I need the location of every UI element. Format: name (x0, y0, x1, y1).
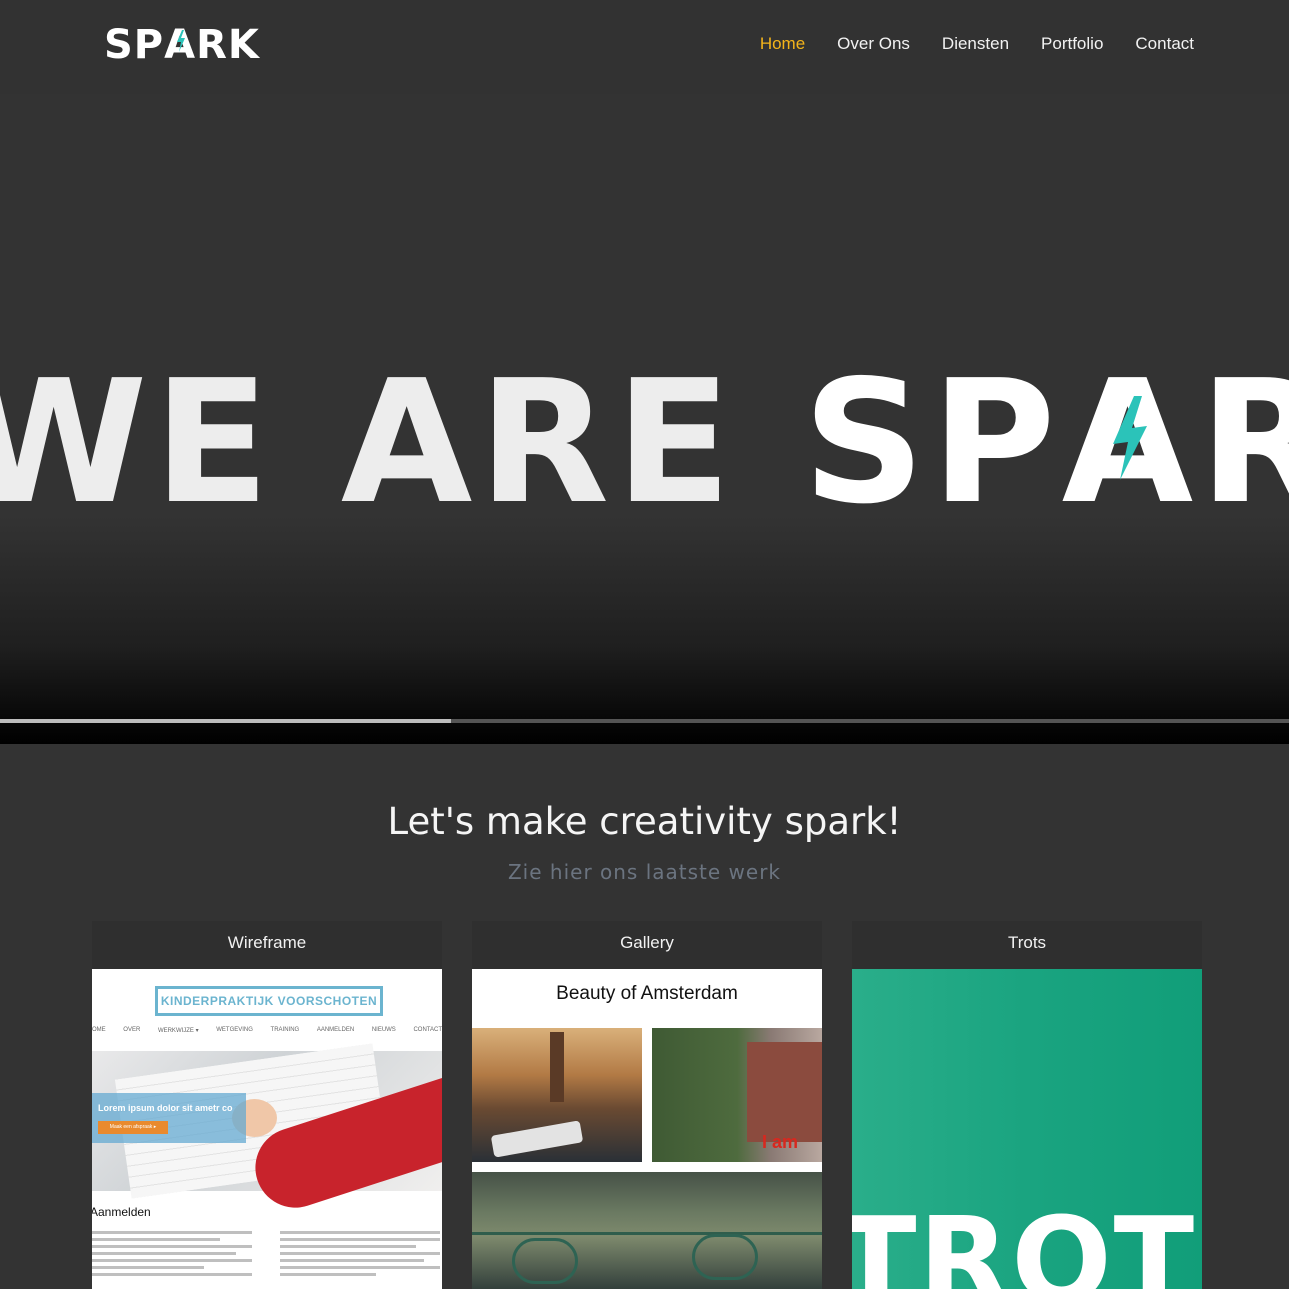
card-title: Trots (1007, 933, 1047, 952)
trots-preview-text: TROTS (852, 1191, 1202, 1289)
hero-a-with-bolt: A (1062, 358, 1200, 528)
boat-image (490, 1120, 584, 1158)
preview-menu-item: TRAINING (270, 1027, 300, 1033)
preview-banner: Lorem ipsum dolor sit ametr co Maak een … (92, 1093, 246, 1143)
photo-bikes-bridge (472, 1172, 822, 1289)
logo-a-with-bolt: A (164, 22, 197, 68)
preview-menu-item: WERKWIJZE ▾ (157, 1028, 199, 1034)
portfolio-card-gallery[interactable]: Gallery Beauty of Amsterdam I am (472, 921, 822, 1289)
church-tower-image (550, 1032, 564, 1102)
iamsterdam-sign: I am (762, 1132, 799, 1152)
section-title: Let's make creativity spark! (387, 800, 902, 843)
preview-text-column-right (280, 1231, 440, 1280)
preview-menu-item: AANMELDEN (316, 1027, 355, 1033)
museum-building-image (747, 1042, 822, 1142)
main-menu: Home Over Ons Diensten Portfolio Contact (760, 34, 1194, 54)
preview-heading: Beauty of Amsterdam (556, 983, 738, 1004)
hero-video[interactable]: WE ARE SPARK (0, 94, 1289, 744)
card-title: Wireframe (227, 933, 307, 952)
preview-site-logo: KINDERPRAKTIJK VOORSCHOTEN (155, 986, 383, 1016)
portfolio-card-wireframe[interactable]: Wireframe KINDERPRAKTIJK VOORSCHOTEN OME… (92, 921, 442, 1289)
preview-menu-item: WETGEVING (216, 1027, 253, 1033)
bike-wheel-image (512, 1238, 578, 1284)
wireframe-preview-image: KINDERPRAKTIJK VOORSCHOTEN OME OVER WERK… (92, 969, 442, 1289)
portfolio-card-trots[interactable]: Trots TROTS (852, 921, 1202, 1289)
hero-text-we-are: WE ARE (0, 344, 803, 542)
preview-banner-button: Maak een afspraak ▸ (98, 1121, 168, 1134)
logo-text-sp: SP (104, 22, 165, 68)
preview-site-menu: OME OVER WERKWIJZE ▾ WETGEVING TRAINING … (92, 1027, 442, 1034)
nav-over-ons[interactable]: Over Ons (837, 34, 910, 54)
video-progress-bar[interactable] (0, 719, 1289, 723)
nav-home[interactable]: Home (760, 34, 805, 54)
preview-menu-item: NIEUWS (371, 1027, 396, 1033)
nav-contact[interactable]: Contact (1135, 34, 1194, 54)
nav-portfolio[interactable]: Portfolio (1041, 34, 1103, 54)
lightning-bolt-icon (177, 30, 186, 52)
hero-headline: WE ARE SPARK (0, 358, 1289, 528)
preview-menu-item: CONTACT (413, 1027, 442, 1033)
nav-diensten[interactable]: Diensten (942, 34, 1009, 54)
section-subtitle: Zie hier ons laatste werk (507, 860, 782, 884)
photo-museum-trees: I am (652, 1028, 822, 1162)
photo-canal-church (472, 1028, 642, 1162)
preview-heading: Aanmelden (92, 1205, 151, 1219)
bridge-railing-image (472, 1232, 822, 1235)
gallery-preview-image: Beauty of Amsterdam I am (472, 969, 822, 1289)
bike-wheel-image (692, 1234, 758, 1280)
card-title: Gallery (620, 933, 674, 952)
preview-text-column-left (92, 1231, 252, 1280)
logo-text-rk: RK (196, 22, 260, 68)
top-navbar: SP A RK Home Over Ons Diensten Portfolio C… (0, 0, 1289, 94)
lightning-bolt-icon (1112, 396, 1147, 480)
spark-logo[interactable]: SP A RK (104, 22, 260, 68)
video-progress-fill (0, 719, 452, 723)
preview-hero-photo: Lorem ipsum dolor sit ametr co Maak een … (92, 1043, 442, 1219)
hero-text-spark: SPARK (802, 344, 1289, 542)
preview-banner-text: Lorem ipsum dolor sit ametr co (98, 1103, 233, 1113)
preview-menu-item: OME (92, 1027, 106, 1033)
preview-menu-item: OVER (123, 1027, 141, 1033)
trots-preview-image: TROTS (852, 969, 1202, 1289)
